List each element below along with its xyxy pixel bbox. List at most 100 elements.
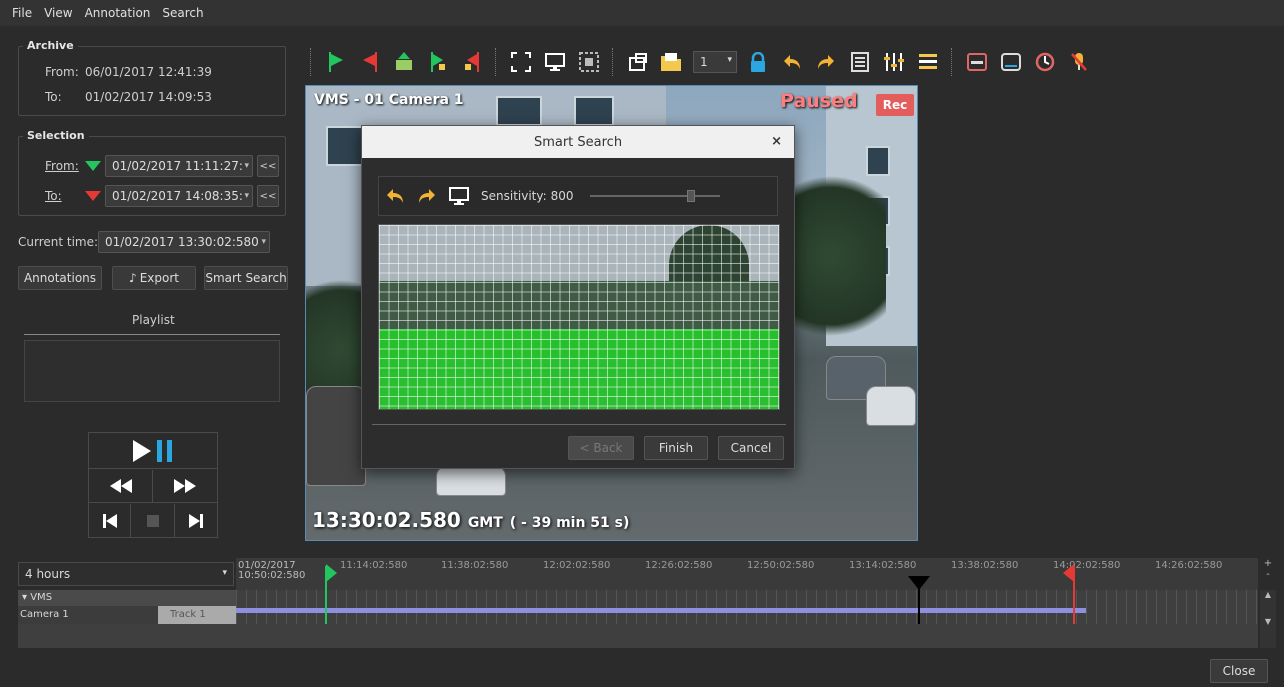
export-button[interactable]: ♪ Export <box>112 266 196 290</box>
selection-title: Selection <box>23 129 89 142</box>
rec-badge[interactable]: Rec <box>876 94 914 116</box>
caption-icon[interactable] <box>962 47 992 77</box>
export-label: Export <box>139 271 179 285</box>
selection-to-label[interactable]: To: <box>45 189 62 203</box>
selection-group: Selection From: 01/02/2017 11:11:27: ▾ <… <box>18 129 286 216</box>
chevron-down-icon: ▾ <box>261 237 266 247</box>
undo-icon[interactable] <box>777 47 807 77</box>
toolbar-separator <box>951 48 954 76</box>
selection-to-value: 01/02/2017 14:08:35: <box>112 189 243 203</box>
ruler-tick: 13:14:02:580 <box>849 560 917 571</box>
ruler-tick: 12:50:02:580 <box>747 560 815 571</box>
dialog-titlebar: Smart Search × <box>362 126 794 158</box>
current-time-combo[interactable]: 01/02/2017 13:30:02:580 ▾ <box>98 231 270 253</box>
skip-forward-button[interactable] <box>175 504 217 538</box>
end-flag-icon[interactable] <box>1063 564 1075 582</box>
playlist-box[interactable] <box>24 340 280 402</box>
track-label[interactable]: Track 1 <box>158 606 236 624</box>
screenshot-icon[interactable] <box>574 47 604 77</box>
playback-controls <box>88 432 218 538</box>
set-end-marker-icon[interactable] <box>355 47 385 77</box>
building-window <box>496 96 542 126</box>
sensitivity-label: Sensitivity: <box>481 189 547 203</box>
archive-from-value: 06/01/2017 12:41:39 <box>85 65 212 79</box>
archive-to-value: 01/02/2017 14:09:53 <box>85 90 212 104</box>
motion-grid[interactable] <box>378 224 780 410</box>
timeline: 4 hours ▾ 01/02/2017 10:50:02:580 11:14:… <box>18 558 1280 650</box>
monitor-icon[interactable] <box>449 186 471 206</box>
fast-forward-icon <box>174 479 196 493</box>
set-start-marker-icon[interactable] <box>321 47 351 77</box>
toolbar-separator <box>612 48 615 76</box>
selection-from-combo[interactable]: 01/02/2017 11:11:27: ▾ <box>105 155 253 177</box>
lock-icon[interactable] <box>743 47 773 77</box>
go-to-end-marker-icon[interactable] <box>457 47 487 77</box>
menu-annotation[interactable]: Annotation <box>85 6 151 20</box>
selection-from-label[interactable]: From: <box>45 159 79 173</box>
fullscreen-icon[interactable] <box>506 47 536 77</box>
timeline-grid[interactable] <box>236 590 1258 624</box>
align-icon[interactable] <box>913 47 943 77</box>
current-time-label: Current time: <box>18 235 99 249</box>
selection-to-back-button[interactable]: << <box>257 185 279 207</box>
chevron-down-icon: ▾ <box>22 592 28 603</box>
camera-title: VMS - 01 Camera 1 <box>314 92 464 108</box>
mute-microphone-icon[interactable] <box>1064 47 1094 77</box>
adjust-icon[interactable] <box>879 47 909 77</box>
sensitivity-slider[interactable] <box>589 190 720 202</box>
back-button[interactable]: < Back <box>568 436 634 460</box>
timeline-ruler[interactable]: 01/02/2017 10:50:02:580 11:14:02:580 11:… <box>236 558 1258 590</box>
playlist-divider <box>24 334 280 335</box>
close-icon[interactable]: × <box>771 134 782 149</box>
timeline-zoom-buttons[interactable]: + - <box>1260 558 1276 590</box>
dialog-toolbar: Sensitivity: 800 <box>378 176 778 216</box>
zoom-combo[interactable]: 4 hours ▾ <box>18 562 234 586</box>
archive-title: Archive <box>23 39 78 52</box>
annotations-button[interactable]: Annotations <box>18 266 102 290</box>
cancel-button[interactable]: Cancel <box>718 436 784 460</box>
close-button[interactable]: Close <box>1210 659 1268 683</box>
ruler-tick: 11:14:02:580 <box>340 560 408 571</box>
archive-to-label: To: <box>45 90 62 104</box>
slider-thumb[interactable] <box>687 190 696 202</box>
fast-forward-button[interactable] <box>153 470 217 503</box>
start-flag-icon[interactable] <box>326 564 338 582</box>
selection-from-back-button[interactable]: << <box>257 155 279 177</box>
layout-combo[interactable]: 1 ▾ <box>693 51 737 73</box>
redo-icon[interactable] <box>811 47 841 77</box>
main-toolbar: 1 ▾ <box>304 40 1284 84</box>
stop-button[interactable] <box>131 504 175 538</box>
open-file-icon[interactable] <box>623 47 653 77</box>
overlay-icon[interactable] <box>996 47 1026 77</box>
camera-row[interactable]: Camera 1 <box>18 606 158 624</box>
group-label: VMS <box>30 592 53 603</box>
smart-search-button[interactable]: Smart Search <box>204 266 288 290</box>
bookmark-list-icon[interactable] <box>845 47 875 77</box>
folder-icon[interactable] <box>657 47 687 77</box>
play-pause-button[interactable] <box>89 433 217 469</box>
timer-icon[interactable] <box>1030 47 1060 77</box>
chevron-down-icon: ▾ <box>244 161 249 171</box>
chevron-down-icon: ▾ <box>244 191 249 201</box>
redo-icon[interactable] <box>417 187 439 205</box>
monitor-icon[interactable] <box>540 47 570 77</box>
group-row[interactable]: ▾ VMS <box>18 590 236 606</box>
menu-view[interactable]: View <box>44 6 72 20</box>
selection-to-combo[interactable]: 01/02/2017 14:08:35: ▾ <box>105 185 253 207</box>
green-marker-icon <box>85 161 101 171</box>
menu-file[interactable]: File <box>12 6 32 20</box>
export-icon: ♪ <box>129 271 137 285</box>
undo-icon[interactable] <box>385 187 407 205</box>
play-icon <box>133 439 151 462</box>
pause-icon <box>157 439 172 462</box>
timeline-scrollbar[interactable]: ▲ ▼ <box>1260 590 1276 648</box>
finish-button[interactable]: Finish <box>644 436 708 460</box>
go-to-start-marker-icon[interactable] <box>423 47 453 77</box>
skip-back-button[interactable] <box>89 504 131 538</box>
add-bookmark-icon[interactable] <box>389 47 419 77</box>
camera-label: Camera 1 <box>20 609 69 620</box>
menu-search[interactable]: Search <box>162 6 203 20</box>
rewind-button[interactable] <box>89 470 153 503</box>
recording-bar <box>236 608 1086 613</box>
chevron-down-icon: ▾ <box>222 568 227 578</box>
